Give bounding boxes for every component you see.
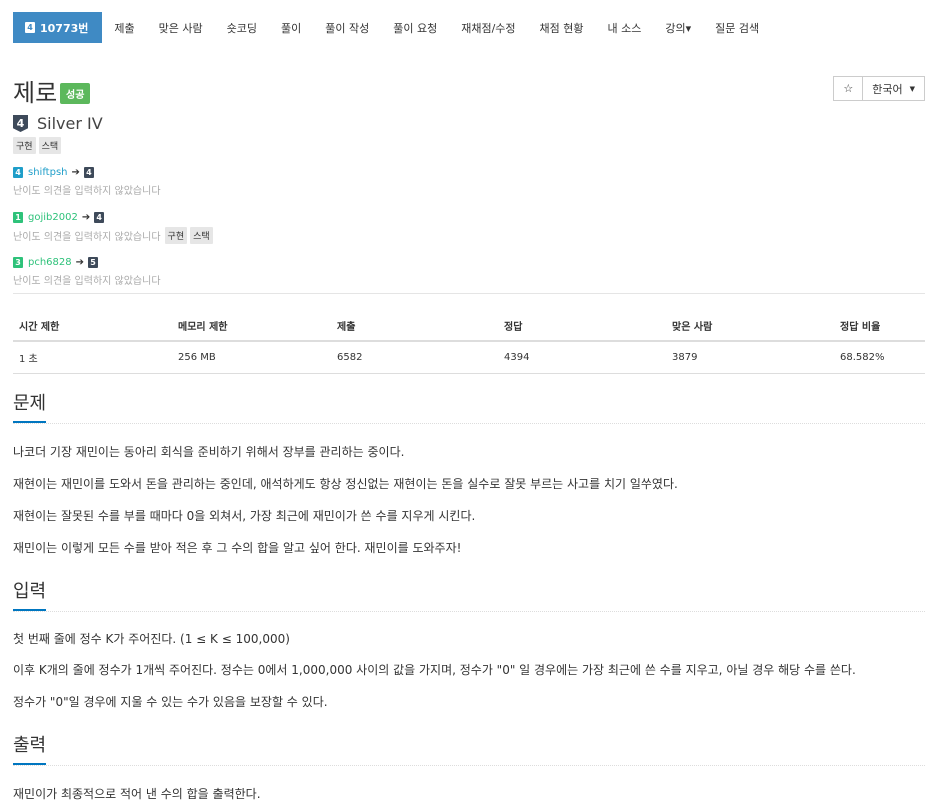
tier-icon: 1	[13, 212, 23, 223]
opinion-user[interactable]: shiftpsh	[28, 167, 68, 178]
tag-implementation[interactable]: 구현	[164, 227, 188, 244]
time-limit-value: 1 초	[13, 341, 172, 374]
input-text: 첫 번째 줄에 정수 K가 주어진다. (1 ≤ K ≤ 100,000)	[13, 632, 290, 646]
tier-icon: 3	[13, 257, 23, 268]
opinion-note: 난이도 의견을 입력하지 않았습니다	[13, 232, 161, 243]
opinion-user[interactable]: gojib2002	[28, 212, 78, 223]
silver-tier-icon: 4	[13, 115, 28, 132]
accepted-value: 4394	[498, 341, 666, 374]
tier-icon: 5	[88, 257, 99, 268]
opinion-note-row: 난이도 의견을 입력하지 않았습니다 구현 스택	[13, 227, 216, 244]
header-ratio: 정답 비율	[834, 312, 925, 342]
nav-lectures-dropdown[interactable]: 강의▾	[653, 20, 703, 36]
nav-solutions[interactable]: 풀이	[269, 20, 313, 36]
nav-request-solution[interactable]: 풀이 요청	[381, 20, 449, 36]
problem-tier: 4 Silver IV	[13, 114, 103, 133]
tag-implementation[interactable]: 구현	[13, 137, 36, 154]
tag-stack[interactable]: 스택	[38, 137, 62, 154]
problem-text: 재민이는 이렇게 모든 수를 받아 적은 후 그 수의 합을 알고 싶어 한다.…	[13, 541, 462, 555]
header-memory-limit: 메모리 제한	[172, 312, 331, 342]
solvers-value: 3879	[666, 341, 834, 374]
section-divider	[13, 423, 925, 424]
difficulty-opinion: 3 pch6828 ➔ 5 난이도 의견을 입력하지 않았습니다	[13, 257, 161, 287]
opinion-note: 난이도 의견을 입력하지 않았습니다	[13, 186, 161, 197]
arrow-right-icon: ➔	[71, 167, 80, 178]
input-text: 정수가 "0"일 경우에 지울 수 있는 수가 있음을 보장할 수 있다.	[13, 695, 328, 709]
nav-question-search[interactable]: 질문 검색	[703, 20, 771, 36]
problem-text: 재현이는 재민이를 도와서 돈을 관리하는 중인데, 애석하게도 항상 정신없는…	[13, 477, 678, 491]
nav-short-coding[interactable]: 숏코딩	[215, 20, 269, 36]
table-header-row: 시간 제한 메모리 제한 제출 정답 맞은 사람 정답 비율	[13, 312, 925, 342]
action-buttons: ☆ 한국어 ▼	[833, 76, 925, 101]
output-section-header: 출력	[13, 731, 925, 766]
nav-status[interactable]: 채점 현황	[528, 20, 596, 36]
caret-down-icon: ▼	[909, 84, 915, 93]
tier-icon: 4	[25, 22, 35, 33]
output-text: 재민이가 최종적으로 적어 낸 수의 합을 출력한다.	[13, 787, 261, 801]
header-submissions: 제출	[331, 312, 498, 342]
problem-nav: 4 10773번 제출 맞은 사람 숏코딩 풀이 풀이 작성 풀이 요청 재채점…	[13, 12, 771, 43]
divider	[13, 293, 925, 294]
table-row: 1 초 256 MB 6582 4394 3879 68.582%	[13, 341, 925, 374]
tier-icon: 4	[83, 167, 94, 178]
nav-solvers[interactable]: 맞은 사람	[147, 20, 215, 36]
problem-text: 나코더 기장 재민이는 동아리 회식을 준비하기 위해서 장부를 관리하는 중이…	[13, 445, 405, 459]
submissions-value: 6582	[331, 341, 498, 374]
section-title: 문제	[13, 389, 47, 423]
nav-write-solution[interactable]: 풀이 작성	[313, 20, 381, 36]
opinion-user[interactable]: pch6828	[28, 257, 72, 268]
section-divider	[13, 765, 925, 766]
tag-list: 구현 스택	[13, 137, 64, 154]
section-divider	[13, 611, 925, 612]
input-text: 이후 K개의 줄에 정수가 1개씩 주어진다. 정수는 0에서 1,000,00…	[13, 663, 856, 677]
star-button[interactable]: ☆	[833, 76, 864, 101]
section-title: 입력	[13, 577, 47, 611]
arrow-right-icon: ➔	[75, 257, 85, 268]
problem-section-header: 문제	[13, 389, 925, 424]
nav-submit[interactable]: 제출	[102, 20, 146, 36]
section-title: 출력	[13, 731, 47, 765]
nav-my-source[interactable]: 내 소스	[596, 20, 654, 36]
tier-icon: 4	[94, 212, 105, 223]
tag-stack[interactable]: 스택	[190, 227, 213, 244]
input-section-header: 입력	[13, 577, 925, 612]
problem-text: 재현이는 잘못된 수를 부를 때마다 0을 외쳐서, 가장 최근에 재민이가 쓴…	[13, 509, 476, 523]
ratio-value: 68.582%	[834, 341, 925, 374]
language-label: 한국어	[872, 82, 903, 96]
status-badge: 성공	[60, 83, 91, 104]
difficulty-opinion: 1 gojib2002 ➔ 4 난이도 의견을 입력하지 않았습니다 구현 스택	[13, 212, 216, 244]
opinion-note: 난이도 의견을 입력하지 않았습니다	[13, 276, 161, 287]
memory-limit-value: 256 MB	[172, 341, 331, 374]
nav-rejudge[interactable]: 재채점/수정	[449, 20, 527, 36]
tier-name: Silver IV	[37, 114, 103, 133]
header-accepted: 정답	[498, 312, 666, 342]
problem-info-table: 시간 제한 메모리 제한 제출 정답 맞은 사람 정답 비율 1 초 256 M…	[13, 312, 925, 374]
nav-problem-number[interactable]: 4 10773번	[13, 12, 103, 43]
nav-problem-number-label: 10773번	[40, 21, 89, 35]
header-time-limit: 시간 제한	[13, 312, 172, 342]
language-dropdown[interactable]: 한국어 ▼	[863, 76, 925, 101]
page-title: 제로	[13, 79, 58, 107]
header-solvers: 맞은 사람	[666, 312, 834, 342]
star-icon: ☆	[843, 82, 854, 95]
difficulty-opinion: 4 shiftpsh ➔ 4 난이도 의견을 입력하지 않았습니다	[13, 167, 161, 197]
arrow-right-icon: ➔	[81, 212, 91, 223]
tier-icon: 4	[13, 167, 23, 178]
